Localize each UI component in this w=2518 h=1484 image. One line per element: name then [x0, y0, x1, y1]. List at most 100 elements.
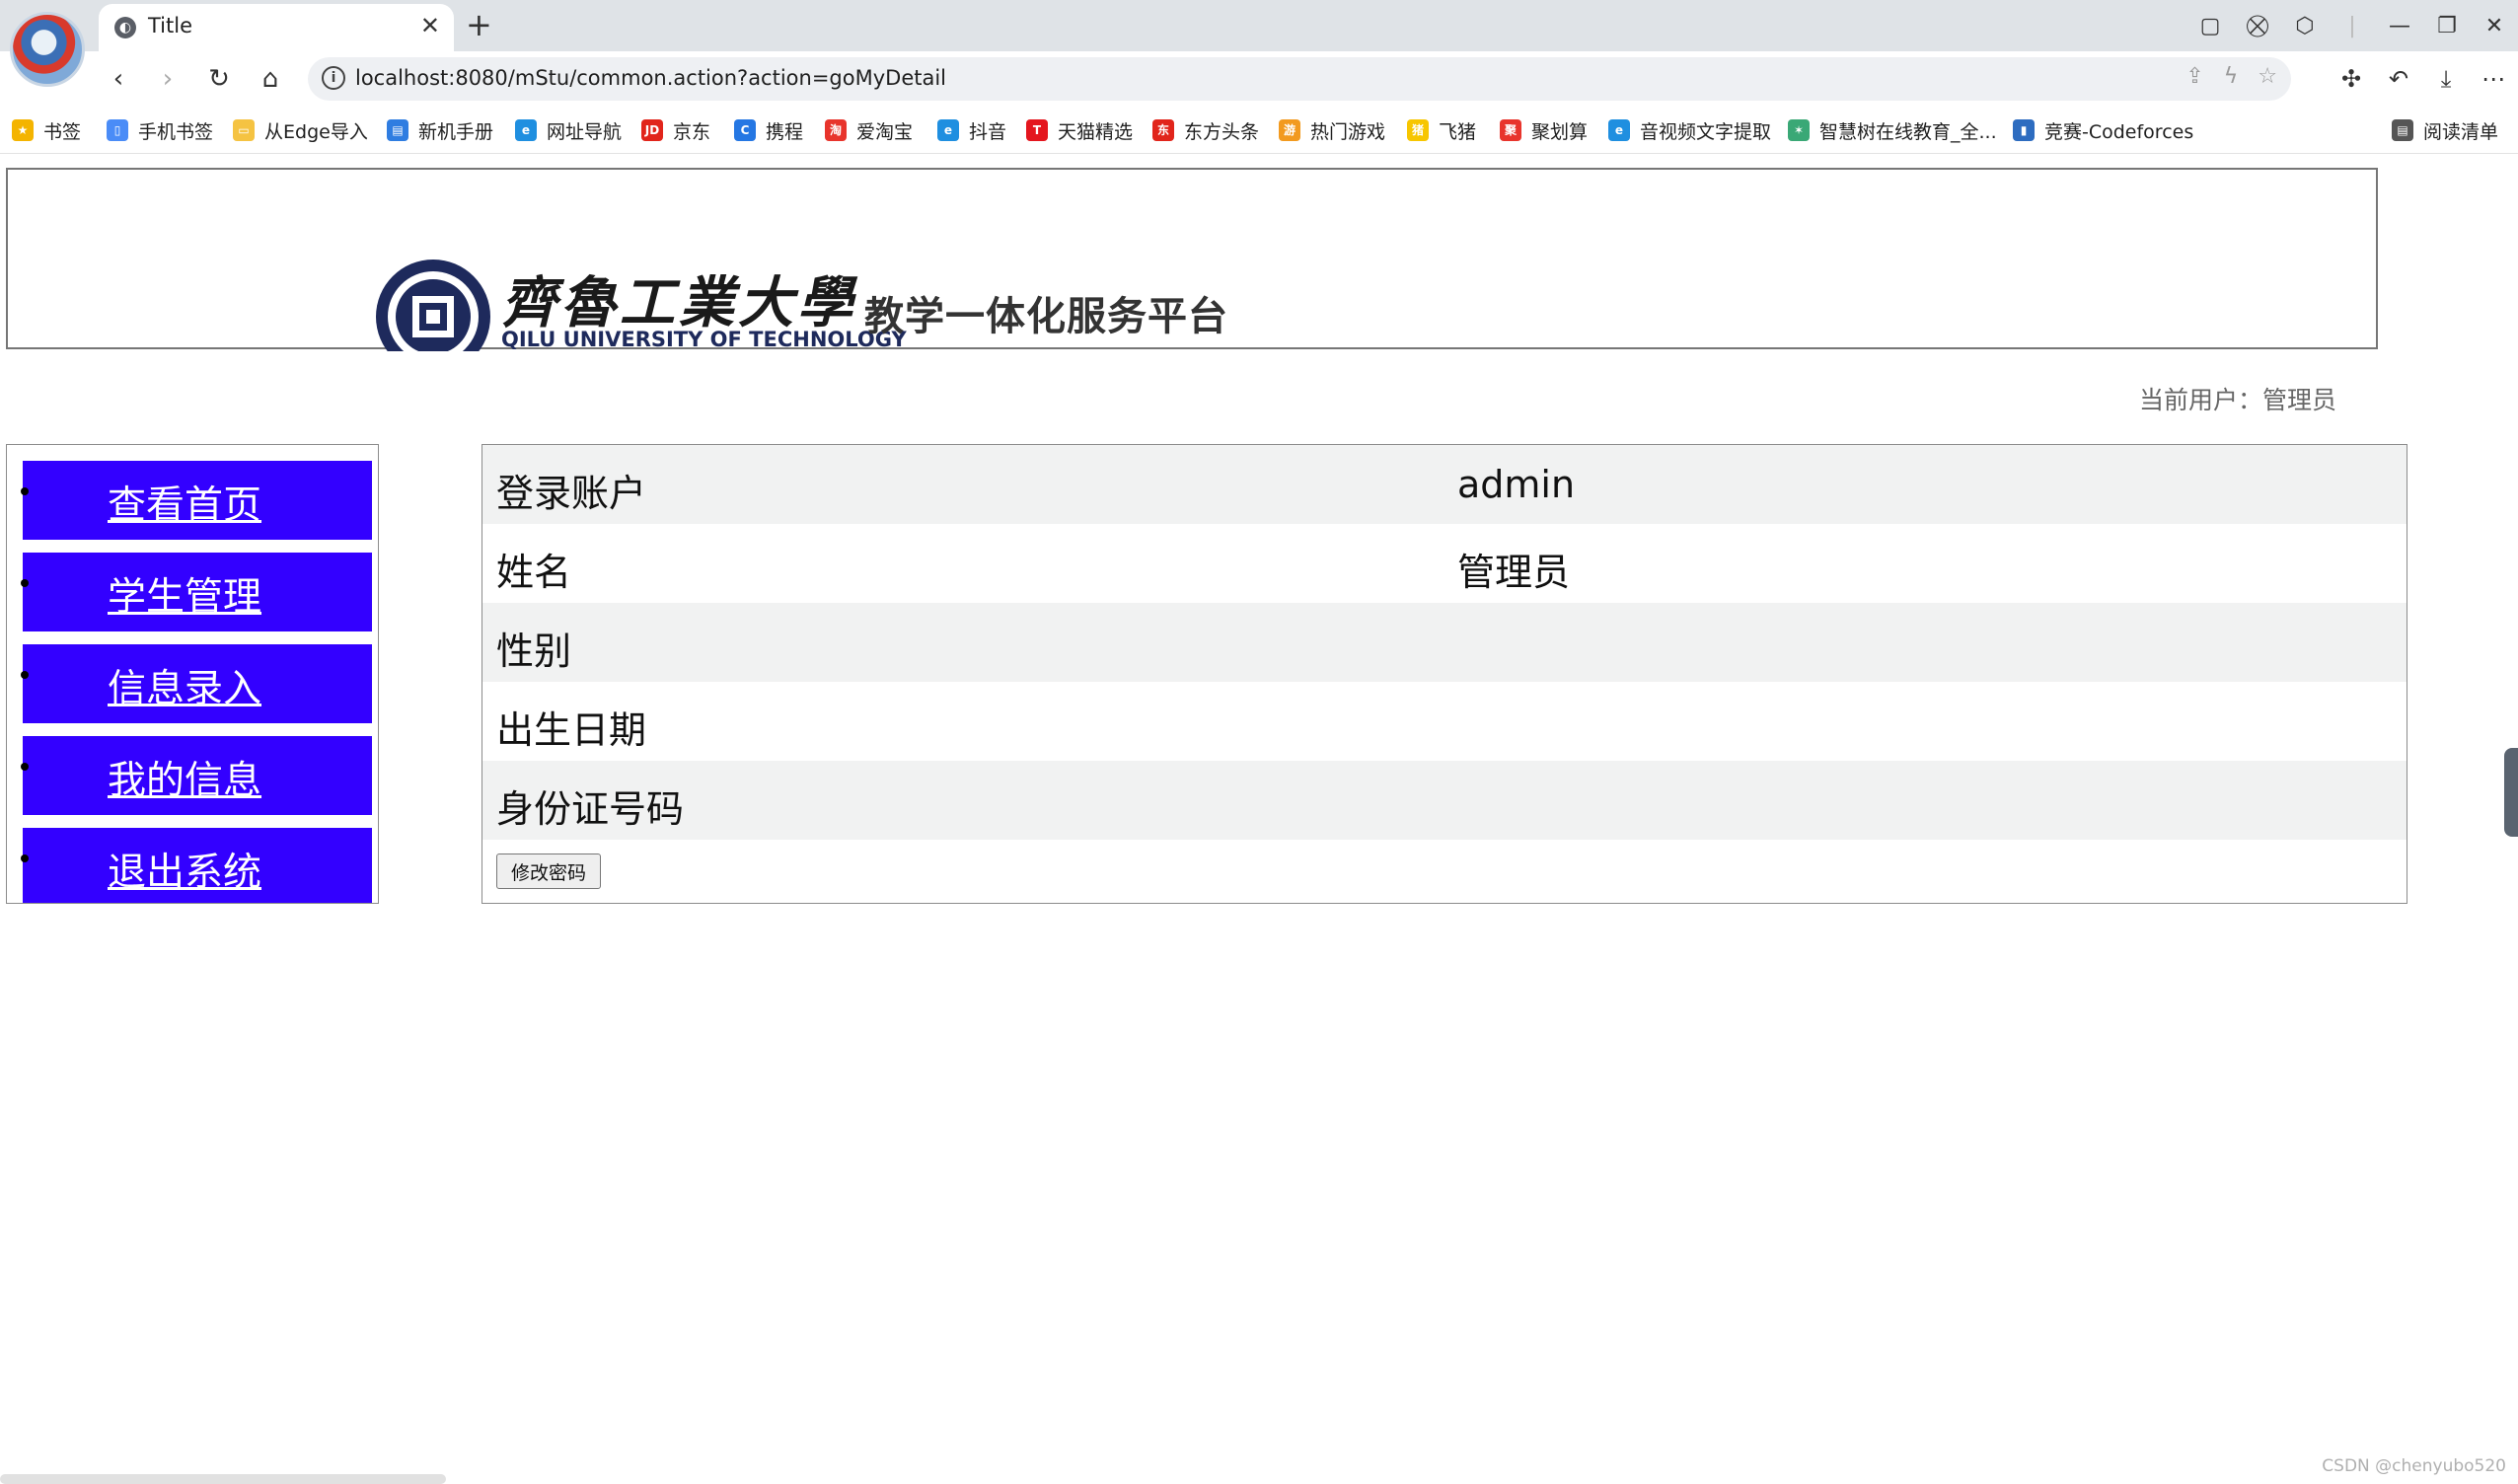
bookmark-label: 智慧树在线教育_全... [1819, 120, 1997, 143]
chart-icon: ▮ [2013, 119, 2035, 141]
my-detail-table: 登录账户 admin 姓名 管理员 性别 出生日期 身份证号码 修改密码 [481, 444, 2407, 904]
bookmark-10[interactable]: T 天猫精选 [1026, 116, 1133, 144]
menu-item-logout[interactable]: 退出系统 [21, 828, 372, 903]
bookmark-13[interactable]: 猪飞猪 [1407, 116, 1476, 144]
menu-item-my-info[interactable]: 我的信息 [21, 736, 372, 815]
address-bar[interactable]: i localhost:8080/mStu/common.action?acti… [308, 57, 2291, 101]
dftt-icon: 东 [1152, 119, 1174, 141]
address-url[interactable]: localhost:8080/mStu/common.action?action… [355, 66, 946, 90]
current-user-label: 当前用户：管理员 [2139, 386, 2337, 414]
bookmark-14[interactable]: 聚聚划算 [1500, 116, 1588, 144]
bookmark-3[interactable]: ▭ 从Edge导入 [233, 116, 368, 144]
address-actions: ⇪ ϟ ☆ [2185, 64, 2277, 89]
extensions-icon[interactable]: ✣ [2334, 59, 2368, 99]
bookmark-5[interactable]: e 网址导航 [515, 116, 622, 144]
bookmark-label: 音视频文字提取 [1640, 120, 1772, 143]
menu-item-student-management[interactable]: 学生管理 [21, 553, 372, 631]
bookmark-11[interactable]: 东东方头条 [1152, 116, 1259, 144]
bookmark-label: 新机手册 [418, 120, 494, 143]
bookmark-label: 书签 [43, 120, 82, 143]
minimize-button[interactable]: — [2376, 14, 2423, 38]
bullet-icon [21, 487, 29, 495]
bookmark-label: 阅读清单 [2423, 120, 2499, 143]
game-icon: 游 [1279, 119, 1300, 141]
new-tab-button[interactable]: + [466, 6, 492, 43]
extension-icon[interactable]: ⬡ [2281, 14, 2329, 38]
bullet-icon [21, 763, 29, 771]
menu-item-home[interactable]: 查看首页 [21, 461, 372, 540]
table-row: 身份证号码 [482, 761, 2407, 840]
university-logo-icon [376, 260, 490, 351]
bullet-icon [21, 671, 29, 679]
bookmark-16[interactable]: ✶ 智慧树在线教育_全... [1788, 116, 1997, 144]
star-icon: ★ [12, 119, 34, 141]
back-icon[interactable]: ‹ [99, 59, 138, 99]
bullet-icon [21, 854, 29, 862]
row-value: admin [1457, 463, 1576, 506]
bookmark-label: 爱淘宝 [856, 120, 914, 143]
table-row: 出生日期 [482, 682, 2407, 761]
bookmarks-bar: ★ 书签 ▯ 手机书签 ▭ 从Edge导入 ▤ 新机手册 e 网址导航 JD 京东 C 携程淘爱淘宝 e 抖音… [0, 107, 2518, 154]
bookmark-8[interactable]: 淘爱淘宝 [825, 116, 913, 144]
row-label: 身份证号码 [496, 787, 685, 831]
reload-icon[interactable]: ↻ [199, 59, 239, 99]
school-name-en: QILU UNIVERSITY OF TECHNOLOGY [501, 328, 907, 351]
menu-link-logout[interactable]: 退出系统 [108, 842, 261, 897]
tab-title: Title [148, 14, 193, 37]
flash-icon[interactable]: ϟ [2224, 64, 2239, 89]
site-info-icon[interactable]: i [322, 66, 345, 90]
history-icon[interactable]: ↶ [2382, 59, 2415, 99]
menu-item-info-entry[interactable]: 信息录入 [21, 644, 372, 723]
bookmark-label: 聚划算 [1531, 120, 1589, 143]
sidebar-handle[interactable] [2504, 748, 2518, 837]
bookmark-label: 网址导航 [547, 120, 623, 143]
bullet-icon [21, 579, 29, 587]
home-icon[interactable]: ⌂ [251, 59, 290, 99]
bookmark-label: 飞猪 [1439, 120, 1477, 143]
table-row: 性别 [482, 603, 2407, 682]
side-menu: 查看首页 学生管理 信息录入 我的信息 退出系统 [6, 444, 379, 904]
table-row: 登录账户 admin [482, 445, 2407, 524]
profile-avatar[interactable] [10, 12, 85, 87]
tab-close-icon[interactable]: ✕ [420, 12, 440, 39]
restore-button[interactable]: ❐ [2423, 14, 2471, 38]
bookmark-15[interactable]: e 音视频文字提取 [1608, 116, 1771, 144]
edge-icon: e [515, 119, 537, 141]
bookmark-12[interactable]: 游热门游戏 [1279, 116, 1385, 144]
bookmark-label: 从Edge导入 [264, 120, 368, 143]
menu-link-my-info[interactable]: 我的信息 [108, 750, 261, 805]
download-icon[interactable]: ⤓ [2429, 59, 2463, 99]
bookmark-18[interactable]: ▤ 阅读清单 [2392, 116, 2498, 144]
bookmark-label: 携程 [766, 120, 804, 143]
menu-link-home[interactable]: 查看首页 [108, 475, 261, 530]
close-window-button[interactable]: ✕ [2471, 14, 2518, 38]
browser-tab[interactable]: ◐ Title ✕ [99, 4, 454, 51]
horizontal-scrollbar[interactable] [0, 1474, 446, 1484]
bookmark-7[interactable]: C 携程 [734, 116, 803, 144]
collections-icon[interactable]: ⛒ [2234, 14, 2281, 38]
phone-bookmark-icon: ▯ [107, 119, 128, 141]
bookmark-2[interactable]: ▯ 手机书签 [107, 116, 213, 144]
more-menu-icon[interactable]: ⋯ [2477, 59, 2510, 99]
favorite-star-icon[interactable]: ☆ [2258, 64, 2277, 89]
table-row: 姓名 管理员 [482, 524, 2407, 603]
platform-title: 教学一体化服务平台 [864, 294, 1228, 339]
zhihuishu-icon: ✶ [1788, 119, 1810, 141]
juhuasuan-icon: 聚 [1500, 119, 1521, 141]
bookmark-6[interactable]: JD 京东 [641, 116, 710, 144]
menu-link-student-management[interactable]: 学生管理 [108, 566, 261, 622]
bookmark-9[interactable]: e 抖音 [937, 116, 1006, 144]
bookmark-1[interactable]: ★ 书签 [12, 116, 81, 144]
change-password-button[interactable]: 修改密码 [496, 853, 601, 889]
school-name-cn: 齊魯工業大學 [501, 270, 856, 335]
bookmark-4[interactable]: ▤ 新机手册 [387, 116, 493, 144]
bookmark-17[interactable]: ▮ 竞赛-Codeforces [2013, 116, 2193, 144]
folder-icon: ▭ [233, 119, 255, 141]
menu-link-info-entry[interactable]: 信息录入 [108, 658, 261, 713]
share-icon[interactable]: ⇪ [2185, 64, 2203, 89]
tab-favicon-icon: ◐ [114, 17, 136, 38]
forward-icon[interactable]: › [148, 59, 187, 99]
tmall-icon: T [1026, 119, 1048, 141]
tab-actions-icon[interactable]: ▢ [2186, 14, 2234, 38]
reading-list-icon: ▤ [2392, 119, 2413, 141]
